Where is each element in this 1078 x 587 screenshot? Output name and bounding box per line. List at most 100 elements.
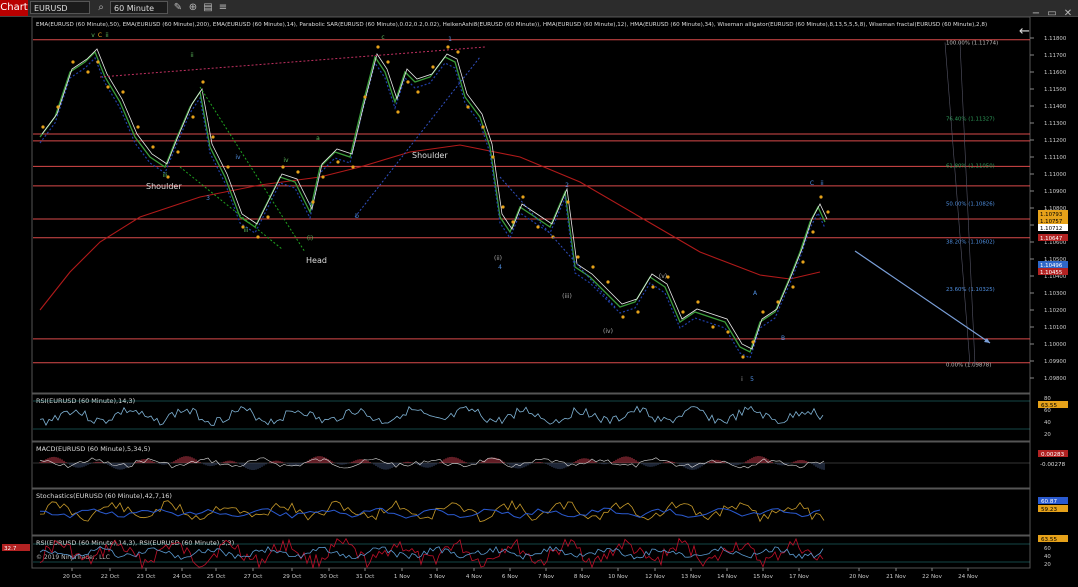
macd-signal-value: -0.00278 xyxy=(1040,462,1066,468)
wave-label: (ii) xyxy=(494,255,502,262)
y-tick-label: 1.11300 xyxy=(1044,121,1067,127)
sar-dot xyxy=(726,330,730,334)
sar-dot xyxy=(363,95,367,99)
sar-dot xyxy=(96,60,100,64)
x-axis-label: 10 Nov xyxy=(608,574,629,580)
sar-dot xyxy=(266,215,270,219)
y-tick-label: 1.11700 xyxy=(1044,53,1067,59)
fib-label: 23.60% (1.10325) xyxy=(946,287,995,293)
sar-dot xyxy=(819,195,823,199)
sar-dot xyxy=(741,355,745,359)
fib-label: 0.00% (1.09878) xyxy=(946,363,991,369)
sar-dot xyxy=(406,80,410,84)
window-controls: − ▭ ✕ xyxy=(1028,1,1076,19)
x-axis-label: 30 Oct xyxy=(320,574,339,580)
sar-dot xyxy=(176,150,180,154)
y-tick-label: 1.11000 xyxy=(1044,172,1067,178)
sar-dot xyxy=(386,60,390,64)
wave-label: iv xyxy=(235,154,241,161)
x-axis-label: 27 Oct xyxy=(244,574,263,580)
chart-area[interactable]: EMA(EURUSD (60 Minute),50), EMA(EURUSD (… xyxy=(0,16,1078,583)
sar-dot xyxy=(151,145,155,149)
sar-dot xyxy=(696,300,700,304)
sar-dot xyxy=(191,115,195,119)
sar-dot xyxy=(56,105,60,109)
x-axis-label: 14 Nov xyxy=(717,574,738,580)
sar-dot xyxy=(481,125,485,129)
sar-dot xyxy=(576,255,580,259)
sar-dot xyxy=(336,160,340,164)
pattern-annotation: Shoulder xyxy=(412,151,448,160)
wave-label: 4 xyxy=(498,264,502,271)
x-axis-label: 25 Oct xyxy=(207,574,226,580)
sar-dot xyxy=(431,65,435,69)
price-panel[interactable] xyxy=(31,16,1031,394)
wave-label: a xyxy=(316,135,320,142)
price-indicator-header: EMA(EURUSD (60 Minute),50), EMA(EURUSD (… xyxy=(36,22,987,28)
wave-label: (iv) xyxy=(603,328,613,335)
sar-dot xyxy=(751,340,755,344)
properties-icon[interactable]: ▤ xyxy=(201,1,215,15)
sar-dot xyxy=(801,260,805,264)
x-axis-label: 31 Oct xyxy=(356,574,375,580)
sar-dot xyxy=(511,220,515,224)
wave-label: v xyxy=(91,32,95,39)
x-axis-label: 24 Nov xyxy=(958,574,979,580)
sar-dot xyxy=(636,310,640,314)
chart-tab[interactable]: Chart xyxy=(0,0,28,16)
price-label: 1.10712 xyxy=(1040,226,1062,232)
rsi2-value: 63.55 xyxy=(1041,537,1057,543)
x-axis-label: 20 Nov xyxy=(849,574,870,580)
sar-dot xyxy=(211,135,215,139)
pattern-annotation: Shoulder xyxy=(146,182,182,191)
fib-label: 38.20% (1.10602) xyxy=(946,240,995,246)
sar-dot xyxy=(491,155,495,159)
y-tick-label: 1.11100 xyxy=(1044,155,1067,161)
strategy-icon[interactable]: ≡ xyxy=(216,1,230,15)
x-axis-label: 17 Nov xyxy=(789,574,810,580)
y-tick-label: 1.10100 xyxy=(1044,325,1067,331)
sar-dot xyxy=(811,230,815,234)
y-tick-label: 1.11200 xyxy=(1044,138,1067,144)
sar-dot xyxy=(321,175,325,179)
wave-label: iii xyxy=(162,172,167,179)
draw-tool-icon[interactable]: ✎ xyxy=(171,1,185,15)
fib-label: 100.00% (1.11774) xyxy=(946,40,998,46)
stochastics-header: Stochastics(EURUSD (60 Minute),42,7,16) xyxy=(36,492,172,500)
sar-dot xyxy=(71,60,75,64)
back-arrow-icon[interactable]: ← xyxy=(1019,24,1030,39)
sar-dot xyxy=(121,90,125,94)
x-axis-label: 15 Nov xyxy=(753,574,774,580)
sar-dot xyxy=(536,225,540,229)
sar-dot xyxy=(456,50,460,54)
sar-dot xyxy=(256,235,260,239)
macd-value: 0.00283 xyxy=(1041,452,1065,458)
sar-dot xyxy=(776,300,780,304)
wave-label: ii xyxy=(190,52,194,59)
wave-label: (i) xyxy=(307,235,313,242)
zoom-icon[interactable]: ⊕ xyxy=(186,1,200,15)
sar-dot xyxy=(376,45,380,49)
fib-label: 76.40% (1.11327) xyxy=(946,116,995,122)
wave-label: B xyxy=(781,335,785,342)
symbol-selector[interactable]: EURUSD xyxy=(30,1,90,14)
x-axis-label: 22 Nov xyxy=(922,574,943,580)
search-icon[interactable]: ⌕ xyxy=(94,1,108,15)
macd-header: MACD(EURUSD (60 Minute),5,34,5) xyxy=(36,445,150,453)
period-selector[interactable]: 60 Minute xyxy=(110,1,168,14)
x-axis-label: 4 Nov xyxy=(466,574,483,580)
y-tick-label: 1.10900 xyxy=(1044,189,1067,195)
sar-dot xyxy=(791,285,795,289)
rsi-value: 63.55 xyxy=(1041,403,1057,409)
rsi2-tick: 40 xyxy=(1044,554,1051,560)
x-axis-label: 12 Nov xyxy=(645,574,666,580)
sar-dot xyxy=(201,80,205,84)
stochastics-panel[interactable] xyxy=(31,488,1031,536)
sar-dot xyxy=(296,170,300,174)
rsi2-left-value: 32.7 xyxy=(4,546,17,552)
x-axis-label: 21 Nov xyxy=(886,574,907,580)
sar-dot xyxy=(136,125,140,129)
y-tick-label: 1.11800 xyxy=(1044,36,1067,42)
wave-label: C xyxy=(810,180,814,187)
x-axis-label: 8 Nov xyxy=(574,574,591,580)
